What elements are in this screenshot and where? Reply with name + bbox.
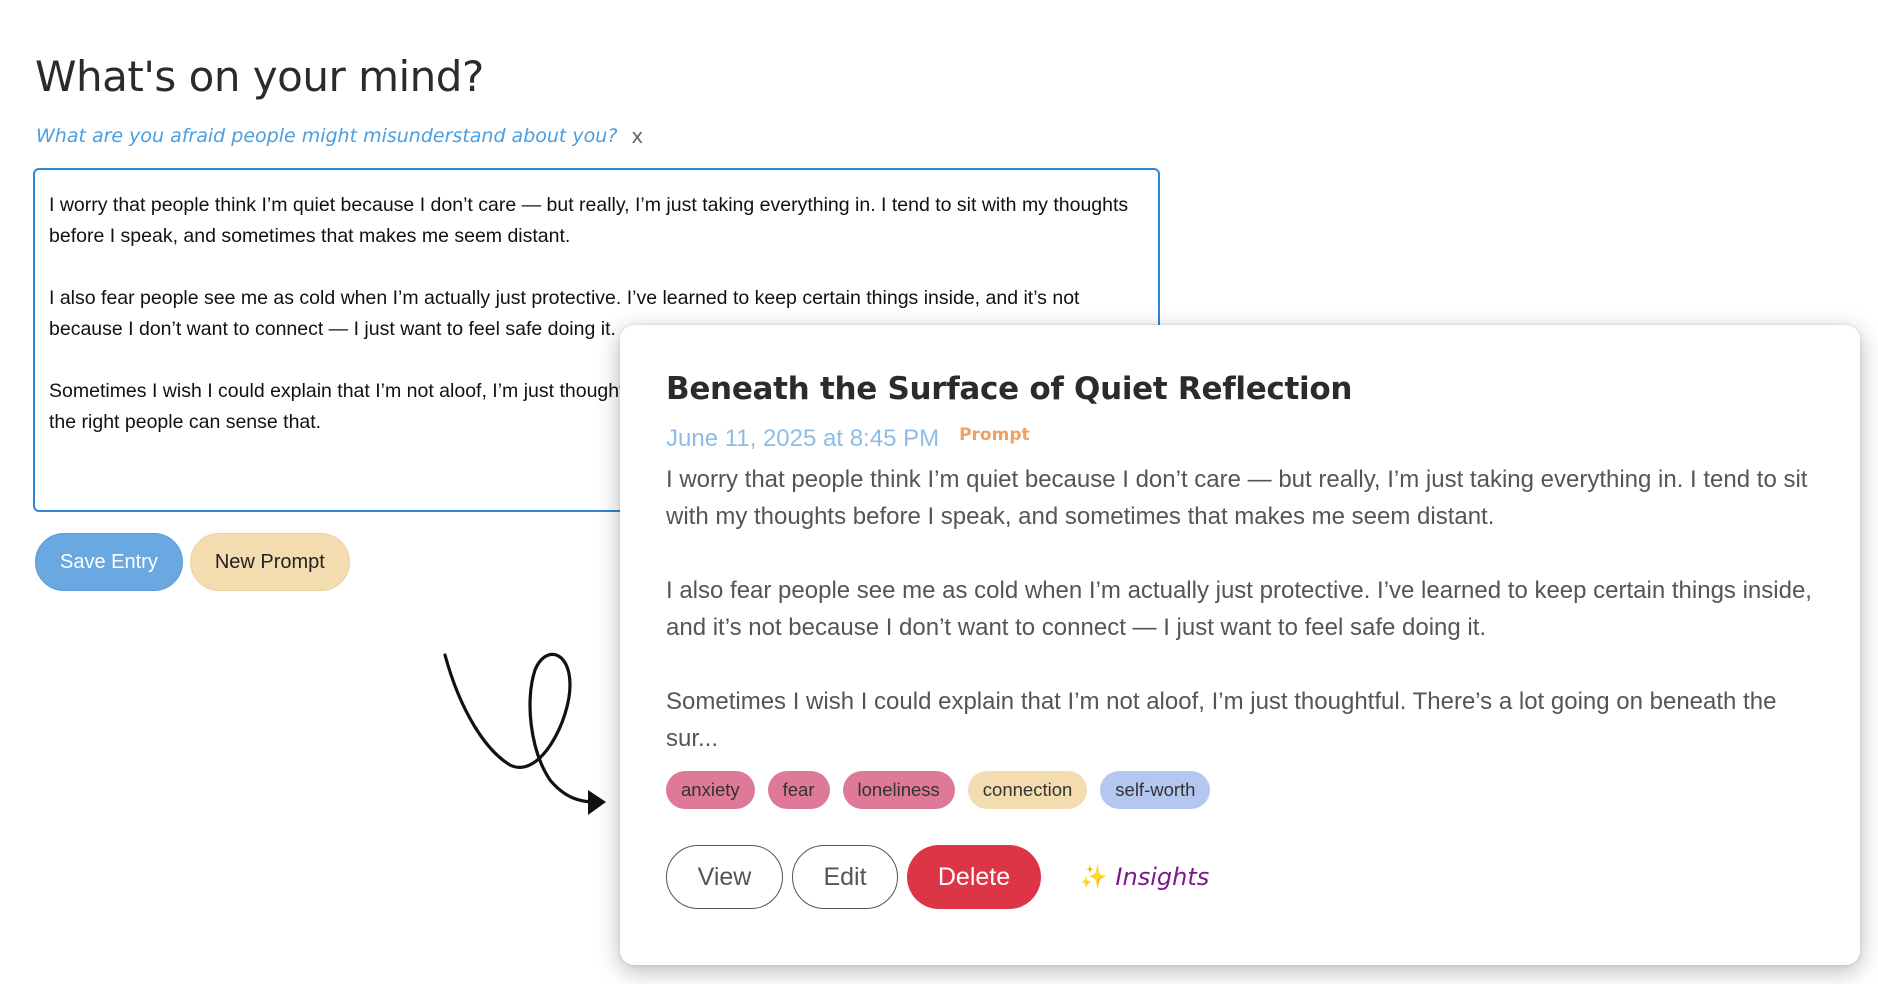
entry-card: Beneath the Surface of Quiet Reflection … [620, 325, 1860, 965]
prompt-text: What are you afraid people might misunde… [36, 125, 618, 147]
tag-loneliness[interactable]: loneliness [842, 771, 955, 809]
save-entry-button[interactable]: Save Entry [35, 533, 183, 591]
curly-arrow-icon [443, 652, 606, 815]
entry-preview: I worry that people think I’m quiet beca… [666, 461, 1814, 757]
tag-anxiety[interactable]: anxiety [666, 771, 755, 809]
tag-list: anxiety fear loneliness connection self-… [666, 771, 1814, 809]
prompt-row: What are you afraid people might misunde… [36, 125, 643, 147]
tag-connection[interactable]: connection [967, 771, 1088, 809]
tag-self-worth[interactable]: self-worth [1100, 771, 1211, 809]
edit-button[interactable]: Edit [792, 845, 898, 909]
preview-paragraph: I worry that people think I’m quiet beca… [666, 466, 1808, 530]
sparkles-icon: ✨ [1080, 864, 1108, 889]
insights-label: Insights [1115, 863, 1210, 891]
preview-paragraph: I also fear people see me as cold when I… [666, 577, 1812, 641]
entry-card-title: Beneath the Surface of Quiet Reflection [666, 371, 1353, 407]
delete-button[interactable]: Delete [907, 845, 1041, 909]
view-button[interactable]: View [666, 845, 783, 909]
entry-meta: June 11, 2025 at 8:45 PM Prompt [666, 425, 1814, 453]
page-title: What's on your mind? [35, 52, 484, 101]
entry-paragraph: I worry that people think I’m quiet beca… [49, 194, 1129, 247]
preview-paragraph: Sometimes I wish I could explain that I’… [666, 688, 1777, 752]
insights-link[interactable]: ✨ Insights [1080, 863, 1209, 891]
editor-actions: Save Entry New Prompt [35, 533, 350, 591]
entry-actions: View Edit Delete ✨ Insights [666, 845, 1814, 909]
new-prompt-button[interactable]: New Prompt [189, 533, 350, 591]
tag-fear[interactable]: fear [767, 771, 830, 809]
close-prompt-icon[interactable]: x [631, 126, 643, 146]
prompt-badge: Prompt [959, 425, 1030, 445]
entry-date: June 11, 2025 at 8:45 PM [666, 425, 940, 452]
